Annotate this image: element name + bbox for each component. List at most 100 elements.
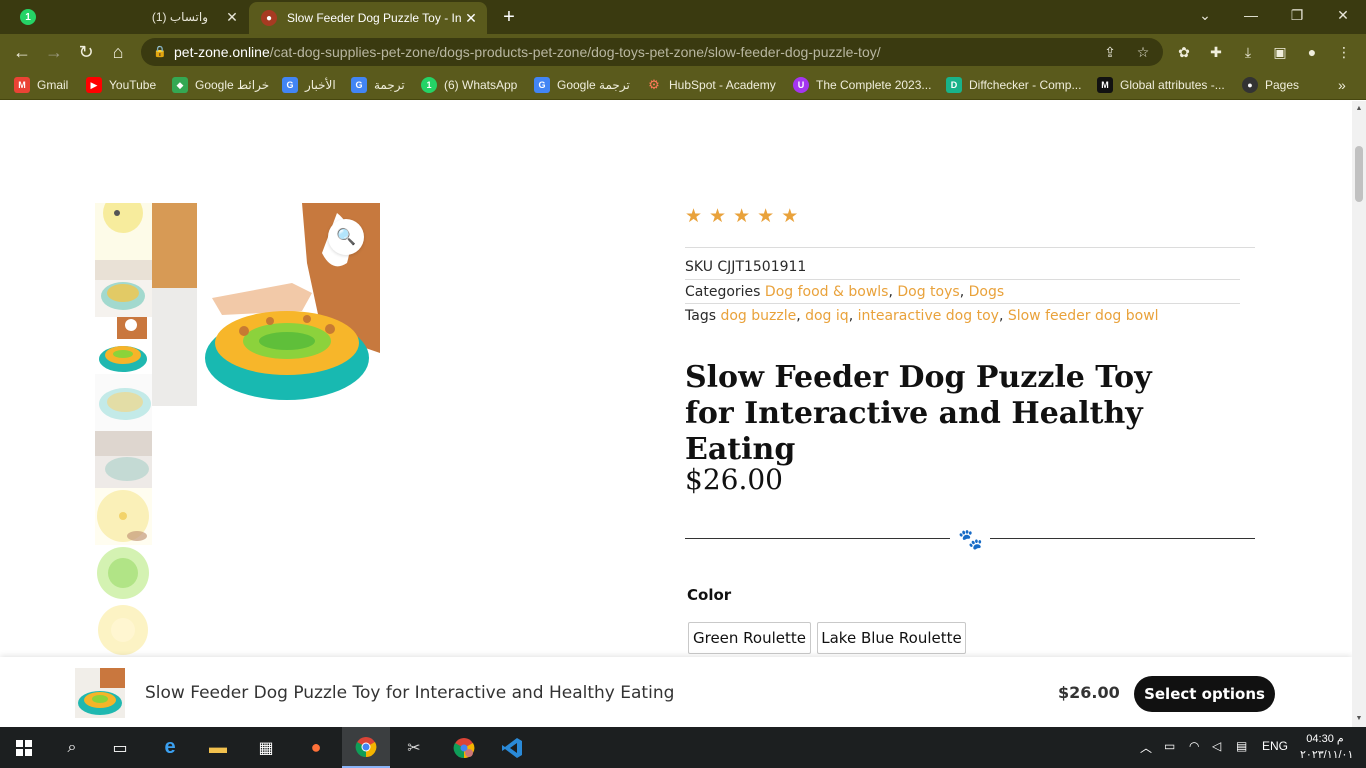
edge-icon[interactable]: e: [146, 727, 194, 768]
thumbnail[interactable]: [95, 374, 152, 431]
firefox-icon[interactable]: ●: [292, 727, 340, 768]
task-view-icon[interactable]: ▭: [96, 727, 144, 768]
thumbnail[interactable]: [95, 317, 152, 374]
bookmark-pages[interactable]: ● Pages: [1242, 76, 1299, 94]
bookmark-diffchecker[interactable]: D Diffchecker - Comp...: [946, 76, 1081, 94]
tray-overflow-icon[interactable]: ︿: [1140, 739, 1152, 756]
input-language[interactable]: ENG: [1262, 739, 1288, 753]
puzzle-icon[interactable]: ✚: [1206, 42, 1226, 62]
tab-search-icon[interactable]: ⌄: [1182, 0, 1228, 30]
browser-toolbar: ← → ↻ ⌂ 🔒 pet-zone.online/cat-dog-suppli…: [0, 34, 1366, 70]
udemy-icon: U: [793, 77, 809, 93]
color-option-green-roulette[interactable]: Green Roulette: [688, 622, 811, 654]
thumbnail[interactable]: [95, 260, 152, 317]
file-explorer-icon[interactable]: ▬: [194, 727, 242, 768]
thumbnail[interactable]: [95, 602, 152, 659]
star-icon: ★: [781, 206, 799, 227]
bookmark-label: الأخبار: [305, 78, 336, 92]
category-link[interactable]: Dog food & bowls: [765, 284, 889, 300]
page-scrollbar[interactable]: ▲ ▼: [1352, 101, 1366, 727]
share-icon[interactable]: ⇪: [1101, 43, 1119, 61]
vscode-icon[interactable]: [488, 727, 536, 768]
gallery-thumbnails: [95, 203, 152, 716]
store-icon[interactable]: ▦: [242, 727, 290, 768]
tag-link[interactable]: Slow feeder dog bowl: [1008, 308, 1159, 324]
categories-label: Categories: [685, 284, 761, 300]
chrome-icon[interactable]: [342, 727, 390, 768]
address-bar[interactable]: 🔒 pet-zone.online/cat-dog-supplies-pet-z…: [141, 38, 1163, 66]
star-icon: ★: [709, 206, 727, 227]
notification-icon[interactable]: ▤: [1236, 739, 1247, 753]
bookmark-google-translate[interactable]: G Google ترجمة: [534, 76, 630, 94]
url-text: pet-zone.online/cat-dog-supplies-pet-zon…: [174, 44, 881, 60]
color-option-lake-blue-roulette[interactable]: Lake Blue Roulette: [817, 622, 966, 654]
scroll-up-icon[interactable]: ▲: [1352, 105, 1366, 112]
gmail-icon: M: [14, 77, 30, 93]
close-window-button[interactable]: ✕: [1320, 0, 1366, 30]
bookmark-udemy[interactable]: U The Complete 2023...: [793, 76, 931, 94]
volume-icon[interactable]: ◁: [1212, 739, 1221, 753]
back-icon[interactable]: ←: [10, 40, 34, 64]
tag-link[interactable]: intearactive dog toy: [858, 308, 999, 324]
bookmark-maps[interactable]: ◆ Google خرائط: [172, 76, 269, 94]
whatsapp-icon: 1: [20, 9, 36, 25]
extension-icon[interactable]: ✿: [1174, 42, 1194, 62]
system-clock[interactable]: 04:30 م ٢٠٢٣/١١/٠١: [1300, 731, 1353, 763]
scrollbar-thumb[interactable]: [1355, 146, 1363, 202]
zoom-icon[interactable]: 🔍: [328, 219, 364, 255]
browser-tab-strip: 1 (1) واتساب ✕ ● Slow Feeder Dog Puzzle …: [0, 0, 1366, 34]
search-icon[interactable]: ⌕: [48, 727, 96, 768]
thumbnail[interactable]: [95, 431, 152, 488]
thumbnail[interactable]: [95, 488, 152, 545]
wifi-icon[interactable]: ◠: [1189, 739, 1199, 753]
product-page: 🔍 ★ ★ ★ ★ ★ SKU CJJT1501911 Categories D…: [0, 101, 1352, 727]
tab-whatsapp[interactable]: 1 (1) واتساب ✕: [8, 0, 248, 34]
download-icon[interactable]: ⤓: [1238, 42, 1258, 62]
new-tab-button[interactable]: +: [498, 6, 520, 28]
forward-icon[interactable]: →: [42, 40, 66, 64]
bookmark-hubspot[interactable]: ⚙ HubSpot - Academy: [646, 76, 776, 94]
tag-link[interactable]: dog buzzle: [720, 308, 796, 324]
tag-link[interactable]: dog iq: [805, 308, 849, 324]
bookmark-whatsapp[interactable]: 1 (6) WhatsApp: [421, 76, 517, 94]
thumbnail[interactable]: [95, 545, 152, 602]
bookmark-label: ترجمة: [374, 78, 405, 92]
home-icon[interactable]: ⌂: [106, 40, 130, 64]
tags-label: Tags: [685, 308, 716, 324]
divider: [685, 247, 1255, 248]
category-link[interactable]: Dog toys: [897, 284, 959, 300]
tab-product[interactable]: ● Slow Feeder Dog Puzzle Toy - In ✕: [249, 2, 487, 34]
bookmark-gmail[interactable]: M Gmail: [14, 76, 68, 94]
battery-icon[interactable]: ▭: [1164, 739, 1175, 753]
bookmark-translate[interactable]: G ترجمة: [351, 76, 405, 94]
category-link[interactable]: Dogs: [969, 284, 1005, 300]
bookmark-youtube[interactable]: ▶ YouTube: [86, 76, 156, 94]
whatsapp-icon: 1: [421, 77, 437, 93]
bookmark-label: Gmail: [37, 78, 69, 92]
profile-avatar[interactable]: ●: [1302, 42, 1322, 62]
close-icon[interactable]: ✕: [461, 10, 481, 27]
side-panel-icon[interactable]: ▣: [1270, 42, 1290, 62]
bookmark-news[interactable]: G الأخبار: [282, 76, 336, 94]
thumbnail[interactable]: [95, 203, 152, 260]
bookmark-mdn[interactable]: M Global attributes -...: [1097, 76, 1225, 94]
close-icon[interactable]: ✕: [222, 9, 242, 26]
select-options-button[interactable]: Select options: [1134, 676, 1275, 712]
scroll-down-icon[interactable]: ▼: [1352, 715, 1366, 722]
hubspot-icon: ⚙: [648, 77, 660, 92]
bookmark-label: YouTube: [109, 78, 157, 92]
chrome-profile-icon[interactable]: [440, 727, 488, 768]
menu-icon[interactable]: ⋮: [1334, 42, 1354, 62]
bookmark-label: HubSpot - Academy: [669, 78, 776, 92]
restore-button[interactable]: ❐: [1274, 0, 1320, 30]
color-label: Color: [687, 586, 732, 604]
bookmark-star-icon[interactable]: ☆: [1134, 43, 1152, 61]
pet-zone-favicon: ●: [261, 10, 277, 26]
bookmarks-overflow-icon[interactable]: »: [1338, 76, 1346, 94]
bookmark-label: Pages: [1265, 78, 1300, 92]
reload-icon[interactable]: ↻: [74, 40, 98, 64]
windows-start-icon[interactable]: [0, 727, 48, 768]
app-icon[interactable]: ✂: [390, 727, 438, 768]
diffchecker-icon: D: [946, 77, 962, 93]
minimize-button[interactable]: —: [1228, 0, 1274, 30]
